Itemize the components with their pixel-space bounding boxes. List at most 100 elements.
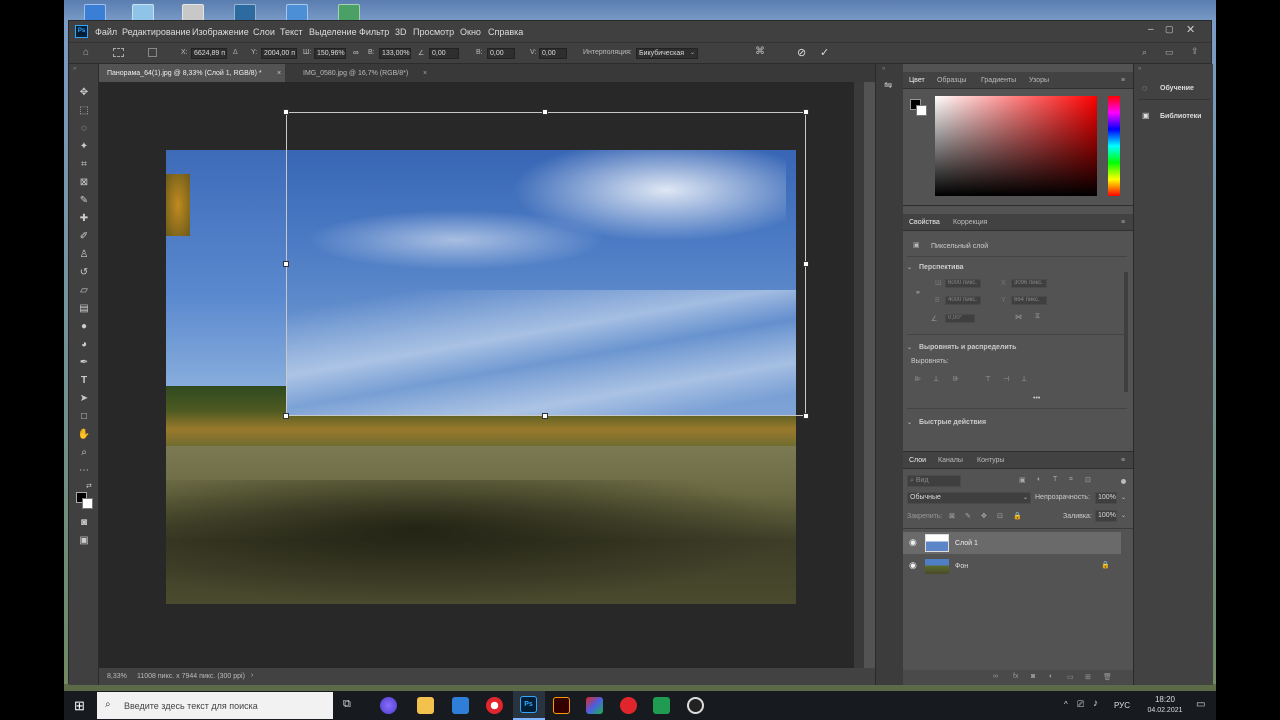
- align-center-v-icon[interactable]: ⊣: [1003, 375, 1009, 383]
- background-color-swatch[interactable]: [82, 498, 93, 509]
- volume-icon[interactable]: ♪: [1093, 698, 1098, 709]
- learn-item[interactable]: ◌ Обучение: [1138, 76, 1210, 100]
- angle-input[interactable]: 0,00°: [945, 314, 975, 323]
- blend-mode-select[interactable]: Обычные: [907, 492, 1031, 504]
- add-mask-icon[interactable]: ◙: [1031, 673, 1035, 680]
- transform-handle[interactable]: [542, 413, 548, 419]
- hand-tool-icon[interactable]: ✋: [77, 428, 91, 441]
- align-top-icon[interactable]: ⊤: [985, 375, 991, 383]
- warp-icon[interactable]: ⌘: [755, 46, 765, 57]
- tab-panorama[interactable]: Панорама_64(1).jpg @ 8,33% (Слой 1, RGB/…: [99, 64, 285, 82]
- visibility-eye-icon[interactable]: ◉: [909, 537, 917, 548]
- y-input[interactable]: 2004,00 п: [261, 48, 297, 59]
- align-center-h-icon[interactable]: ⊥: [933, 375, 939, 383]
- move-tool-icon[interactable]: ✥: [77, 86, 91, 99]
- layer-style-icon[interactable]: fx: [1013, 673, 1018, 680]
- brush-tool-icon[interactable]: ✐: [77, 230, 91, 243]
- chevron-down-icon[interactable]: ⌄: [907, 344, 912, 351]
- close-icon[interactable]: ✕: [1186, 23, 1195, 36]
- layer-row-background[interactable]: ◉ Фон 🔒: [903, 555, 1121, 577]
- more-tools-icon[interactable]: ⋯: [77, 464, 91, 477]
- transform-handle[interactable]: [283, 261, 289, 267]
- tab-swatches[interactable]: Образцы: [937, 77, 966, 84]
- tab-color[interactable]: Цвет: [909, 77, 925, 84]
- hue-slider[interactable]: [1108, 96, 1120, 196]
- yandex-icon[interactable]: [620, 697, 637, 714]
- rectangle-tool-icon[interactable]: □: [77, 410, 91, 423]
- file-explorer-icon[interactable]: [417, 697, 434, 714]
- mail-icon[interactable]: [452, 697, 469, 714]
- collapse-icon[interactable]: «: [1138, 66, 1141, 72]
- windows-start-icon[interactable]: ⊞: [74, 698, 85, 714]
- dodge-tool-icon[interactable]: ◕: [77, 338, 91, 351]
- transform-handle[interactable]: [283, 109, 289, 115]
- y-input[interactable]: 664 пикс.: [1011, 296, 1047, 305]
- path-selection-tool-icon[interactable]: ➤: [77, 392, 91, 405]
- tab-layers[interactable]: Слои: [909, 457, 926, 464]
- align-right-icon[interactable]: ⊪: [953, 375, 959, 383]
- filter-adjustment-icon[interactable]: ◐: [1037, 476, 1041, 483]
- zoom-level[interactable]: 8,33%: [107, 673, 127, 680]
- menu-image[interactable]: Изображение: [192, 27, 249, 37]
- notifications-icon[interactable]: ▭: [1196, 699, 1205, 710]
- clock-date[interactable]: 04.02.2021: [1145, 707, 1185, 714]
- menu-filter[interactable]: Фильтр: [359, 27, 389, 37]
- menu-type[interactable]: Текст: [280, 27, 303, 37]
- screen-mode-icon[interactable]: ▣: [77, 534, 91, 547]
- chevron-up-icon[interactable]: ^: [1064, 700, 1068, 709]
- x-input[interactable]: 6624,89 п: [191, 48, 227, 59]
- status-menu-arrow[interactable]: ›: [251, 672, 253, 679]
- panel-menu-icon[interactable]: ≡: [1121, 219, 1125, 226]
- opera-icon[interactable]: [486, 697, 503, 714]
- skew-v-input[interactable]: 0,00: [539, 48, 567, 59]
- chevron-down-icon[interactable]: ⌄: [907, 264, 912, 271]
- fill-input[interactable]: 100%: [1095, 510, 1117, 522]
- reference-point-toggle[interactable]: [148, 48, 157, 57]
- crop-tool-icon[interactable]: ⌗: [77, 158, 91, 171]
- section-perspective[interactable]: Перспектива: [919, 264, 964, 271]
- transform-handle[interactable]: [803, 261, 809, 267]
- swap-colors-icon[interactable]: ⇄: [86, 482, 92, 490]
- filter-shape-icon[interactable]: ⌗: [1069, 476, 1073, 484]
- more-options-icon[interactable]: •••: [1033, 395, 1040, 402]
- gradient-tool-icon[interactable]: ▤: [77, 302, 91, 315]
- marquee-tool-icon[interactable]: ⬚: [77, 104, 91, 117]
- menu-view[interactable]: Просмотр: [413, 27, 454, 37]
- clone-stamp-tool-icon[interactable]: ♙: [77, 248, 91, 261]
- chevron-down-icon[interactable]: ⌄: [1121, 512, 1126, 519]
- angle-input[interactable]: 0,00: [429, 48, 459, 59]
- filter-type-icon[interactable]: T: [1053, 476, 1057, 483]
- section-align[interactable]: Выровнять и распределить: [919, 344, 1016, 351]
- adjustment-layer-icon[interactable]: ◐: [1049, 673, 1053, 680]
- tab-img0580[interactable]: IMG_0580.jpg @ 16,7% (RGB/8*): [295, 64, 437, 82]
- chevron-down-icon[interactable]: ⌄: [907, 419, 912, 426]
- chevron-down-icon[interactable]: ⌄: [1121, 494, 1126, 501]
- share-icon[interactable]: ⇪: [1191, 46, 1199, 57]
- chevron-down-icon[interactable]: ⌄: [690, 49, 695, 56]
- zoom-tool-icon[interactable]: ⌕: [77, 446, 91, 459]
- tab-properties[interactable]: Свойства: [909, 219, 940, 226]
- photoshop-taskbar-button[interactable]: Ps: [513, 691, 545, 720]
- chevron-down-icon[interactable]: ⌄: [1023, 494, 1028, 501]
- transform-handle[interactable]: [542, 109, 548, 115]
- cancel-icon[interactable]: ⊘: [797, 46, 806, 59]
- tab-patterns[interactable]: Узоры: [1029, 77, 1049, 84]
- align-left-icon[interactable]: ⊫: [915, 375, 921, 383]
- language-indicator[interactable]: РУС: [1114, 701, 1130, 710]
- menu-edit[interactable]: Редактирование: [122, 27, 191, 37]
- delta-icon[interactable]: Δ: [233, 49, 238, 56]
- magic-wand-tool-icon[interactable]: ✦: [77, 140, 91, 153]
- new-layer-icon[interactable]: ⊞: [1085, 673, 1091, 681]
- tab-channels[interactable]: Каналы: [938, 457, 963, 464]
- transform-handle[interactable]: [803, 413, 809, 419]
- commit-icon[interactable]: ✓: [820, 46, 829, 59]
- skew-h-input[interactable]: 0,00: [487, 48, 515, 59]
- properties-scrollbar[interactable]: [1124, 272, 1128, 392]
- interpolation-select[interactable]: Бикубическая: [636, 48, 698, 59]
- layer-name[interactable]: Фон: [955, 563, 968, 570]
- maximize-icon[interactable]: ▢: [1165, 24, 1174, 35]
- prism-icon[interactable]: [586, 697, 603, 714]
- lock-position-icon[interactable]: ✥: [981, 512, 987, 520]
- history-icon[interactable]: ⇋: [884, 80, 892, 91]
- panel-menu-icon[interactable]: ≡: [1121, 77, 1125, 84]
